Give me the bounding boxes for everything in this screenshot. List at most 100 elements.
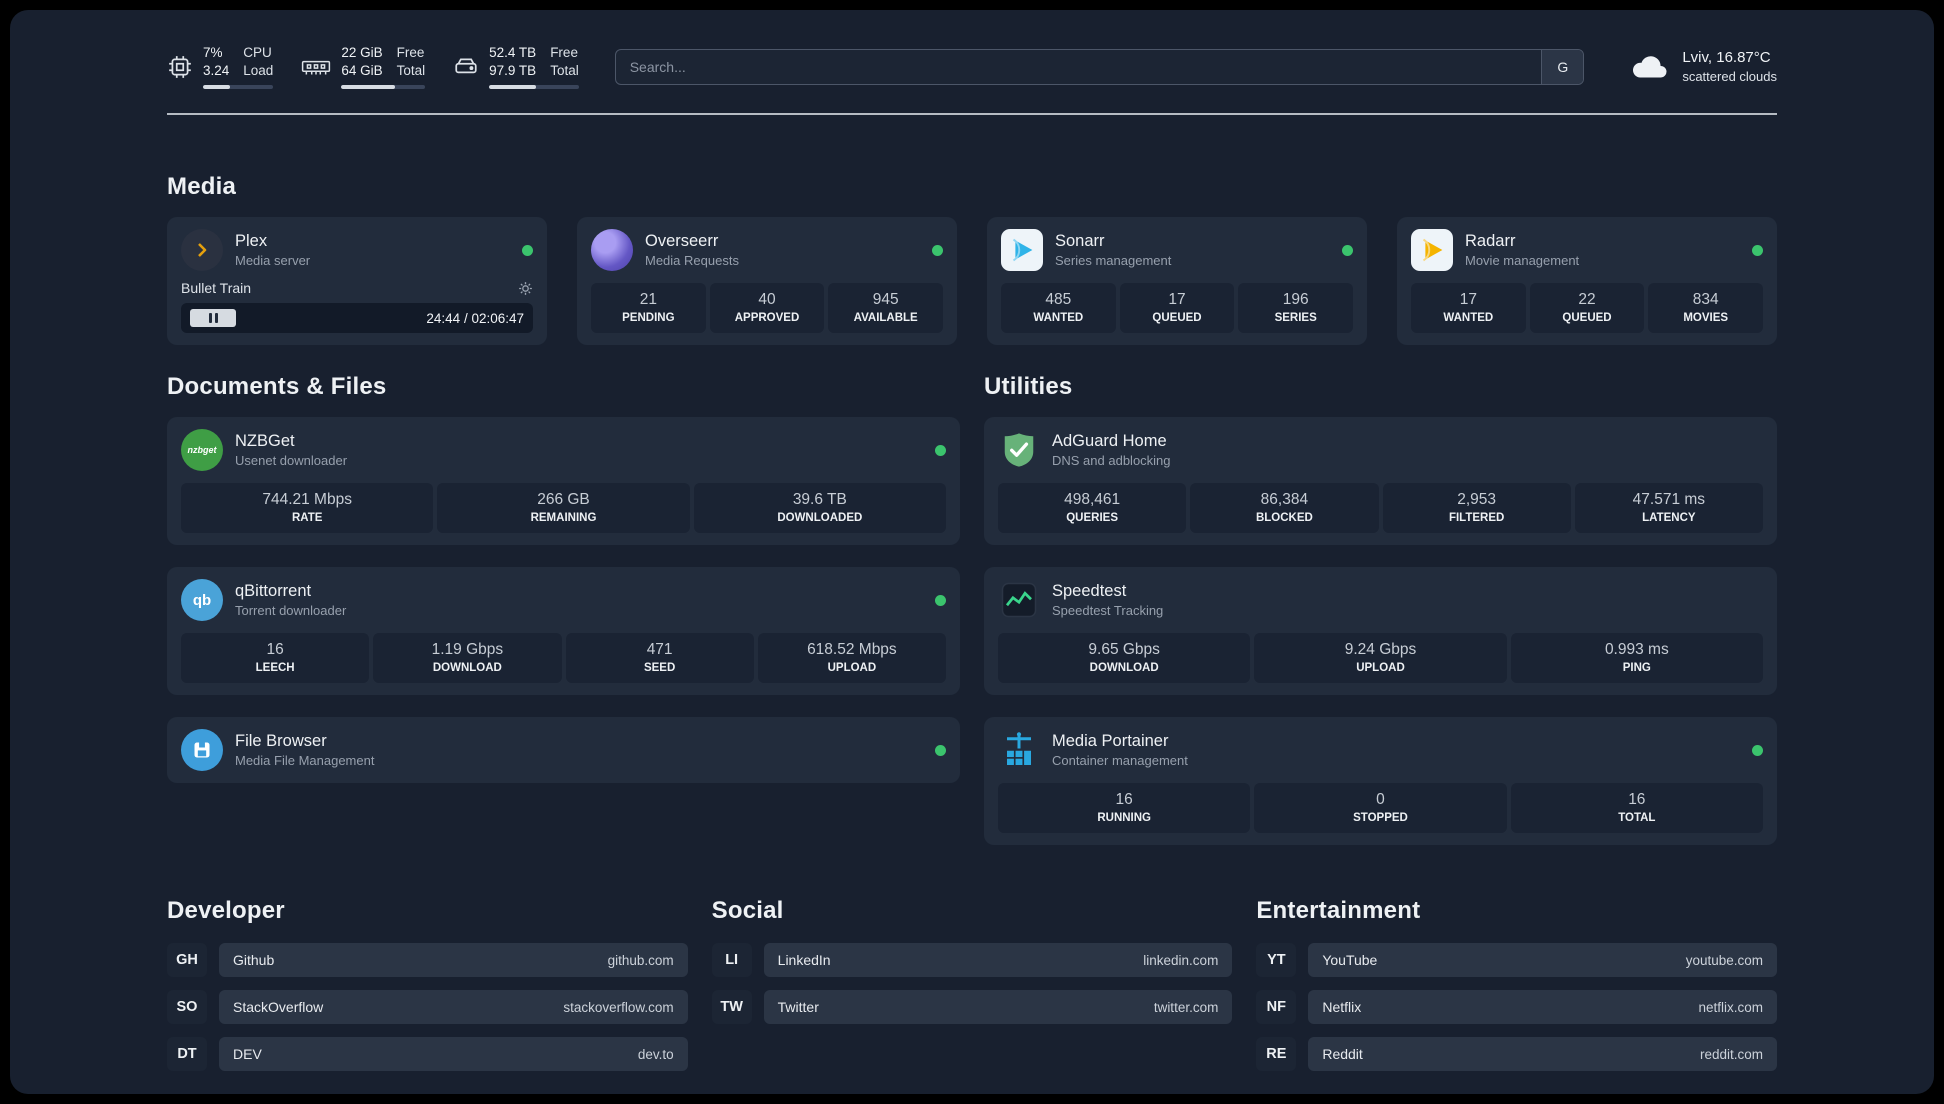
bookmark-link-linkedin[interactable]: LinkedIn linkedin.com: [763, 943, 1233, 978]
app-card-nzbget[interactable]: nzbget NZBGet Usenet downloader 744.21 M…: [167, 417, 960, 546]
gear-icon[interactable]: [518, 281, 533, 296]
section-title-developer: Developer: [167, 897, 285, 925]
cpu-metric: 7% 3.24 CPU Load: [167, 44, 274, 90]
bookmark-link-stackoverflow[interactable]: StackOverflow stackoverflow.com: [219, 990, 688, 1025]
app-card-radarr[interactable]: Radarr Movie management 17 WANTED 22 QUE…: [1397, 217, 1777, 346]
app-subtitle: Movie management: [1465, 253, 1580, 269]
stat-upload: 9.24 Gbps UPLOAD: [1254, 633, 1507, 684]
app-title: qBittorrent: [235, 582, 312, 601]
stat-running: 16 RUNNING: [998, 783, 1251, 834]
bookmark-link-reddit[interactable]: Reddit reddit.com: [1308, 1037, 1777, 1072]
app-subtitle: Usenet downloader: [235, 453, 348, 469]
speedtest-icon: [998, 579, 1040, 621]
bookmark-link-netflix[interactable]: Netflix netflix.com: [1308, 990, 1777, 1025]
status-dot: [1752, 244, 1763, 256]
app-title: Media Portainer: [1052, 732, 1169, 751]
app-title: NZBGet: [235, 432, 295, 451]
bookmark-youtube: YT YouTube youtube.com: [1256, 943, 1777, 978]
app-card-filebrowser[interactable]: File Browser Media File Management: [167, 717, 960, 784]
pause-button[interactable]: [190, 309, 236, 328]
search-input[interactable]: [615, 49, 1542, 84]
bookmark-link-dev[interactable]: DEV dev.to: [219, 1037, 688, 1072]
section-title-media: Media: [167, 173, 237, 201]
app-title: Sonarr: [1055, 232, 1105, 251]
system-metrics: 7% 3.24 CPU Load 22 GiB 64 GiB Free Tota…: [167, 44, 579, 90]
app-card-overseerr[interactable]: Overseerr Media Requests 21 PENDING 40 A…: [577, 217, 957, 346]
app-subtitle: Media server: [235, 253, 311, 269]
memory-free-value: 22 GiB: [341, 45, 383, 60]
memory-label-top: Free: [396, 45, 425, 60]
bookmark-abbr: LI: [711, 943, 752, 978]
bookmark-link-github[interactable]: Github github.com: [219, 943, 688, 978]
app-card-portainer[interactable]: Media Portainer Container management 16 …: [984, 717, 1777, 846]
storage-icon: [453, 54, 479, 80]
stat-approved: 40 APPROVED: [709, 283, 825, 334]
status-dot: [935, 744, 946, 756]
app-card-plex[interactable]: Plex Media server Bullet Train 24:44 / 0…: [167, 217, 547, 346]
cpu-label-bottom: Load: [243, 63, 274, 79]
app-card-sonarr[interactable]: Sonarr Series management 485 WANTED 17 Q…: [987, 217, 1367, 346]
section-documents: Documents & Files nzbget NZBGet Usenet d…: [167, 373, 960, 784]
stat-series: 196 SERIES: [1238, 283, 1354, 334]
status-dot: [1342, 244, 1353, 256]
bookmark-twitter: TW Twitter twitter.com: [711, 990, 1233, 1025]
app-subtitle: Series management: [1055, 253, 1172, 269]
stat-blocked: 86,384 BLOCKED: [1190, 483, 1379, 534]
bookmark-stackoverflow: SO StackOverflow stackoverflow.com: [167, 990, 688, 1025]
stat-downloaded: 39.6 TB DOWNLOADED: [693, 483, 946, 534]
cpu-usage-bar: [203, 85, 274, 90]
bookmark-linkedin: LI LinkedIn linkedin.com: [711, 943, 1233, 978]
stat-pending: 21 PENDING: [591, 283, 706, 334]
search-bar: G: [614, 48, 1585, 85]
memory-icon: [301, 57, 331, 77]
bookmark-link-youtube[interactable]: YouTube youtube.com: [1308, 943, 1777, 978]
app-card-qbittorrent[interactable]: qb qBittorrent Torrent downloader 16 LEE…: [167, 567, 960, 696]
app-title: File Browser: [235, 732, 327, 751]
stat-stopped: 0 STOPPED: [1254, 783, 1507, 834]
bookmark-abbr: SO: [167, 990, 207, 1025]
bookmark-abbr: NF: [1256, 990, 1297, 1025]
memory-total-value: 64 GiB: [341, 63, 383, 79]
weather-widget[interactable]: Lviv, 16.87°C scattered clouds: [1628, 46, 1777, 88]
overseerr-icon: [591, 229, 633, 272]
section-title-documents: Documents & Files: [167, 373, 387, 401]
stat-leech: 16 LEECH: [181, 633, 370, 684]
app-subtitle: Container management: [1052, 753, 1188, 769]
app-subtitle: DNS and adblocking: [1052, 453, 1171, 469]
stat-download: 1.19 Gbps DOWNLOAD: [373, 633, 562, 684]
playback-progress-bar[interactable]: 24:44 / 02:06:47: [181, 303, 533, 334]
app-card-adguard[interactable]: AdGuard Home DNS and adblocking 498,461 …: [984, 417, 1777, 546]
memory-metric: 22 GiB 64 GiB Free Total: [301, 44, 426, 90]
bookmark-dev: DT DEV dev.to: [167, 1037, 688, 1072]
status-dot: [935, 594, 946, 606]
storage-free-value: 52.4 TB: [489, 45, 537, 60]
app-subtitle: Torrent downloader: [235, 603, 347, 619]
plex-icon: [181, 229, 223, 272]
bookmark-abbr: RE: [1256, 1037, 1297, 1072]
status-dot: [935, 444, 946, 456]
storage-total-value: 97.9 TB: [489, 63, 537, 79]
bookmark-link-twitter[interactable]: Twitter twitter.com: [763, 990, 1233, 1025]
cloud-icon: [1628, 46, 1670, 88]
memory-usage-bar: [341, 85, 426, 90]
stat-queued: 17 QUEUED: [1119, 283, 1235, 334]
adguard-icon: [998, 429, 1040, 471]
stat-upload: 618.52 Mbps UPLOAD: [757, 633, 946, 684]
bookmark-reddit: RE Reddit reddit.com: [1256, 1037, 1777, 1072]
app-title: Plex: [235, 232, 268, 251]
playback-time: 24:44 / 02:06:47: [426, 310, 524, 326]
status-dot: [932, 244, 943, 256]
status-dot: [522, 244, 533, 256]
stat-movies: 834 MOVIES: [1648, 283, 1764, 334]
app-card-speedtest[interactable]: Speedtest Speedtest Tracking 9.65 Gbps D…: [984, 567, 1777, 696]
app-subtitle: Media Requests: [645, 253, 739, 269]
cpu-label-top: CPU: [243, 45, 272, 60]
storage-label-top: Free: [550, 45, 578, 60]
bookmark-group-developer: Developer GH Github github.com SO StackO…: [167, 897, 688, 1072]
stat-filtered: 2,953 FILTERED: [1382, 483, 1571, 534]
bookmark-abbr: DT: [167, 1037, 207, 1072]
search-engine-button[interactable]: G: [1541, 49, 1584, 84]
stat-total: 16 TOTAL: [1510, 783, 1763, 834]
storage-metric: 52.4 TB 97.9 TB Free Total: [453, 44, 579, 90]
filebrowser-icon: [181, 729, 223, 772]
